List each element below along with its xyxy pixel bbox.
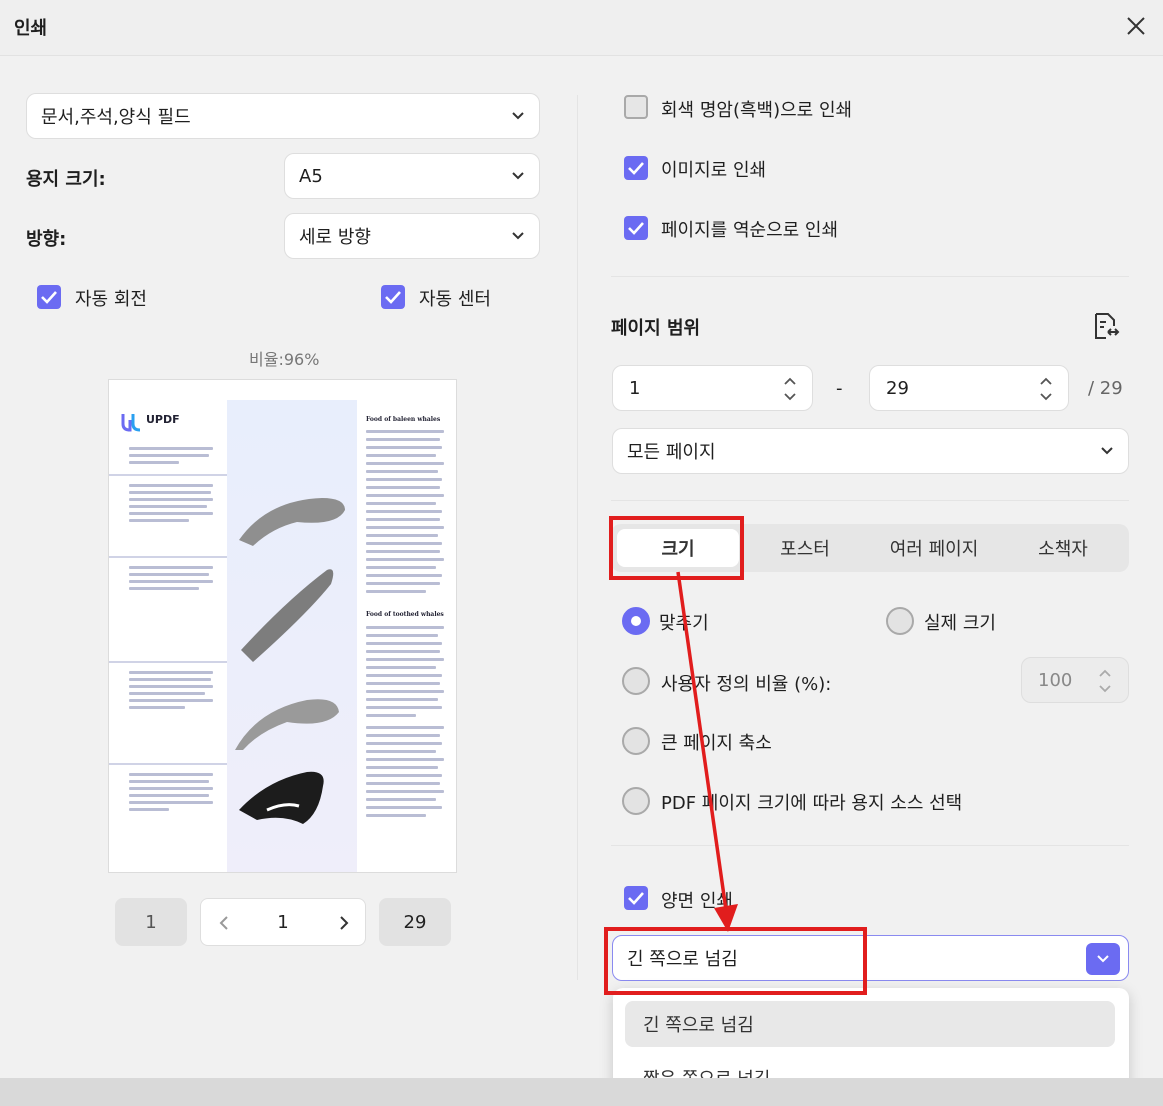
preview-divider [109, 661, 246, 663]
orientation-select[interactable]: 세로 방향 [284, 213, 540, 259]
reverse-order-label: 페이지를 역순으로 인쇄 [661, 220, 839, 241]
actual-size-label: 실제 크기 [924, 613, 996, 634]
orientation-label: 방향: [26, 229, 67, 250]
scale-text: 비율:96% [249, 350, 320, 369]
preview-divider [109, 556, 246, 558]
checkmark-icon [628, 892, 644, 905]
grayscale-checkbox[interactable] [624, 95, 648, 119]
checkmark-icon [628, 222, 644, 235]
preview-heading-2: Food of toothed whales [366, 611, 444, 618]
chevron-down-icon [512, 112, 524, 120]
checkmark-icon [628, 162, 644, 175]
preview-whale-column [227, 400, 357, 872]
pages-select-value: 모든 페이지 [627, 442, 716, 463]
chevron-right-icon[interactable] [339, 915, 349, 931]
taskbar-strip [0, 1078, 1163, 1106]
auto-center-checkbox[interactable] [381, 285, 405, 309]
last-page-button[interactable]: 29 [379, 898, 451, 946]
close-button[interactable] [1120, 10, 1152, 42]
preview-heading-1: Food of baleen whales [366, 416, 441, 423]
content-select[interactable]: 문서,주석,양식 필드 [26, 93, 540, 139]
duplex-checkbox[interactable] [624, 886, 648, 910]
section-divider [611, 276, 1129, 277]
updf-logo [121, 412, 143, 436]
chevron-down-icon [1097, 955, 1109, 963]
custom-scale-value: 100 [1038, 669, 1073, 691]
annotation-arrow-icon [676, 571, 738, 932]
paper-size-select[interactable]: A5 [284, 153, 540, 199]
chevron-down-icon [1101, 447, 1113, 455]
page-range-label: 페이지 범위 [611, 318, 701, 339]
paper-size-label: 용지 크기: [26, 169, 106, 190]
preview-brand: UPDF [146, 413, 180, 426]
paper-size-value: A5 [299, 165, 323, 187]
range-to-value: 29 [886, 377, 909, 399]
pages-select[interactable]: 모든 페이지 [612, 428, 1129, 474]
flip-select-toggle[interactable] [1086, 943, 1120, 975]
print-as-image-label: 이미지로 인쇄 [661, 160, 767, 181]
stepper-arrows-icon[interactable] [783, 376, 797, 402]
chevron-down-icon [512, 232, 524, 240]
print-preview: UPDF Food of baleen whales Food of tooth… [108, 379, 457, 873]
tab-multiple-pages[interactable]: 여러 페이지 [869, 524, 999, 572]
stepper-arrows-icon[interactable] [1098, 668, 1112, 694]
annotation-box-flip-select [604, 927, 867, 995]
chevron-left-icon[interactable] [219, 915, 229, 931]
range-total: / 29 [1088, 378, 1123, 399]
range-from-value: 1 [629, 377, 641, 399]
checkmark-icon [41, 291, 57, 304]
page-navigator: 1 [200, 898, 366, 946]
auto-center-label: 자동 센터 [419, 289, 491, 310]
tab-booklet[interactable]: 소책자 [999, 524, 1127, 572]
first-page-button[interactable]: 1 [115, 898, 187, 946]
stepper-arrows-icon[interactable] [1039, 376, 1053, 402]
flip-option-long-edge[interactable]: 긴 쪽으로 넘김 [625, 1001, 1115, 1047]
range-dash: - [836, 378, 843, 399]
custom-scale-stepper[interactable]: 100 [1021, 657, 1129, 703]
orientation-value: 세로 방향 [299, 227, 371, 248]
print-as-image-checkbox[interactable] [624, 156, 648, 180]
tab-poster[interactable]: 포스터 [741, 524, 869, 572]
shrink-large-radio[interactable] [622, 727, 650, 755]
chevron-down-icon [512, 172, 524, 180]
checkmark-icon [385, 291, 401, 304]
preview-divider [109, 474, 246, 476]
current-page: 1 [277, 911, 289, 933]
grayscale-label: 회색 명암(흑백)으로 인쇄 [661, 100, 853, 121]
column-divider [577, 95, 578, 980]
pdf-paper-source-radio[interactable] [622, 787, 650, 815]
content-select-value: 문서,주석,양식 필드 [41, 107, 191, 128]
reverse-order-checkbox[interactable] [624, 216, 648, 240]
document-swap-icon [1095, 313, 1120, 339]
whale-illustrations [235, 498, 345, 824]
actual-size-radio[interactable] [886, 607, 914, 635]
section-divider [611, 500, 1129, 501]
range-from-stepper[interactable]: 1 [612, 365, 813, 411]
page-range-swap-button[interactable] [1090, 310, 1122, 346]
fit-radio[interactable] [622, 607, 650, 635]
auto-rotate-checkbox[interactable] [37, 285, 61, 309]
auto-rotate-label: 자동 회전 [75, 289, 147, 310]
title-bar: 인쇄 [0, 0, 1163, 56]
close-icon [1127, 17, 1145, 35]
dialog-title: 인쇄 [14, 18, 48, 39]
updf-logo-icon [121, 414, 141, 432]
preview-divider [109, 763, 246, 765]
range-to-stepper[interactable]: 29 [869, 365, 1069, 411]
custom-scale-radio[interactable] [622, 667, 650, 695]
